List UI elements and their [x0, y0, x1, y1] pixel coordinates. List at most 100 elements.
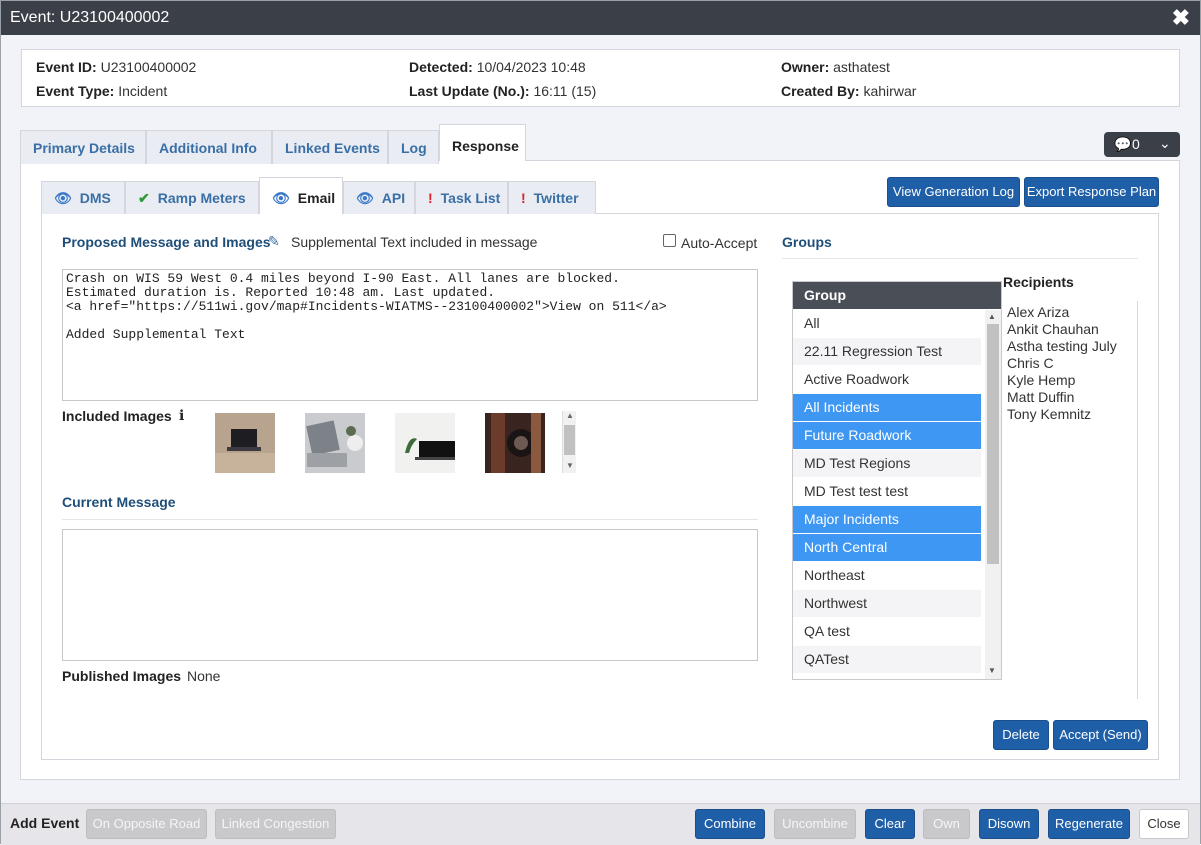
group-row[interactable]: Major Incidents	[793, 506, 981, 533]
divider	[62, 519, 758, 520]
scroll-down-icon[interactable]: ▼	[566, 461, 574, 470]
tab-log[interactable]: Log	[388, 130, 439, 164]
eye-icon: 👁	[356, 190, 374, 206]
delete-button[interactable]: Delete	[993, 720, 1049, 750]
group-row[interactable]: QA test	[793, 618, 981, 645]
regenerate-button[interactable]: Regenerate	[1048, 809, 1130, 839]
dialog-title: Event: U23100400002	[10, 9, 170, 26]
group-row[interactable]: Active Roadwork	[793, 366, 981, 393]
tab-email-label: Email	[297, 190, 336, 206]
tab-response[interactable]: Response	[439, 124, 526, 161]
event-dialog: Event: U23100400002 ✖ Event ID: U2310040…	[0, 0, 1201, 845]
scroll-up-icon[interactable]: ▲	[988, 312, 996, 321]
tab-ramp-meters-label: Ramp Meters	[157, 190, 246, 206]
disown-button[interactable]: Disown	[979, 809, 1039, 839]
comments-button[interactable]: 💬 0 ⌄	[1104, 132, 1180, 157]
published-images-value: None	[187, 668, 221, 684]
title-bar: Event: U23100400002 ✖	[1, 1, 1200, 35]
group-row[interactable]: Northeast	[793, 562, 981, 589]
add-event-label: Add Event	[10, 815, 80, 831]
group-row[interactable]: All	[793, 310, 981, 337]
group-row[interactable]: Future Roadwork	[793, 422, 981, 449]
tab-dms[interactable]: 👁 DMS	[41, 181, 125, 214]
pencil-icon[interactable]: ✎	[268, 233, 280, 250]
comment-count: 0	[1132, 136, 1140, 152]
group-row[interactable]: QATest	[793, 646, 981, 673]
group-column-header: Group	[793, 282, 1001, 309]
event-type-field: Event Type: Incident	[36, 83, 167, 99]
close-icon[interactable]: ✖	[1172, 5, 1190, 31]
group-row[interactable]: MD Test test test	[793, 478, 981, 505]
scroll-up-icon[interactable]: ▲	[566, 411, 574, 420]
clear-button[interactable]: Clear	[865, 809, 915, 839]
linked-congestion-button[interactable]: Linked Congestion	[215, 809, 336, 839]
scroll-thumb[interactable]	[564, 425, 575, 455]
laptop-white-desk-image[interactable]	[395, 413, 455, 473]
accept-send-button[interactable]: Accept (Send)	[1053, 720, 1148, 750]
tab-api[interactable]: 👁 API	[343, 181, 415, 214]
group-row[interactable]: North Central	[793, 534, 981, 561]
recipient-item: Ankit Chauhan	[1007, 321, 1099, 337]
event-summary: Event ID: U23100400002 Event Type: Incid…	[21, 49, 1180, 107]
group-row[interactable]: Northwest	[793, 590, 981, 617]
auto-accept-checkbox[interactable]	[663, 234, 676, 247]
proposed-message-heading: Proposed Message and Images	[62, 234, 271, 250]
recipient-item: Chris C	[1007, 355, 1054, 371]
own-button[interactable]: Own	[923, 809, 970, 839]
included-images-label: Included Images	[62, 408, 172, 424]
group-row[interactable]: MD Test Regions	[793, 450, 981, 477]
owner-value: asthatest	[833, 59, 890, 75]
recipient-item: Kyle Hemp	[1007, 372, 1076, 388]
auto-accept-label: Auto-Accept	[681, 235, 758, 251]
eye-icon: 👁	[272, 190, 290, 206]
tab-task-list-label: Task List	[440, 190, 501, 206]
last-update-field: Last Update (No.): 16:11 (15)	[409, 83, 596, 99]
detected-label: Detected:	[409, 59, 473, 75]
images-scrollbar[interactable]: ▲ ▼	[562, 411, 576, 473]
event-id-field: Event ID: U23100400002	[36, 59, 196, 75]
recipients-divider	[1137, 301, 1138, 699]
combine-button[interactable]: Combine	[695, 809, 765, 839]
camera-lens-image[interactable]	[485, 413, 545, 473]
tab-dms-label: DMS	[79, 190, 111, 206]
created-by-field: Created By: kahirwar	[781, 83, 916, 99]
export-response-plan-button[interactable]: Export Response Plan	[1024, 177, 1159, 207]
current-message-heading: Current Message	[62, 494, 176, 510]
owner-label: Owner:	[781, 59, 830, 75]
recipient-item: Tony Kemnitz	[1007, 406, 1092, 422]
info-icon[interactable]: ℹ	[179, 407, 184, 424]
group-row[interactable]: All Incidents	[793, 394, 981, 421]
scroll-down-icon[interactable]: ▼	[988, 666, 996, 675]
tab-linked-events[interactable]: Linked Events	[272, 130, 388, 164]
event-type-label: Event Type:	[36, 83, 115, 99]
group-row[interactable]: 22.11 Regression Test	[793, 338, 981, 365]
last-update-value: 16:11 (15)	[533, 83, 597, 99]
check-icon: ✔	[138, 190, 150, 206]
detected-field: Detected: 10/04/2023 10:48	[409, 59, 586, 75]
on-opposite-road-button[interactable]: On Opposite Road	[86, 809, 207, 839]
tab-task-list[interactable]: ! Task List	[415, 181, 508, 214]
event-type-value: Incident	[118, 83, 168, 99]
supplemental-note: Supplemental Text included in message	[291, 234, 538, 250]
divider	[782, 258, 1138, 259]
comment-icon: 💬	[1114, 136, 1132, 152]
close-button[interactable]: Close	[1139, 809, 1189, 839]
exclamation-icon: !	[521, 190, 526, 206]
current-message-textarea[interactable]	[62, 529, 758, 661]
tab-ramp-meters[interactable]: ✔ Ramp Meters	[125, 181, 259, 214]
uncombine-button[interactable]: Uncombine	[774, 809, 856, 839]
scroll-thumb[interactable]	[987, 324, 999, 564]
tab-twitter[interactable]: ! Twitter	[508, 181, 596, 214]
proposed-message-textarea[interactable]: Crash on WIS 59 West 0.4 miles beyond I-…	[62, 269, 758, 401]
tab-additional-info[interactable]: Additional Info	[146, 130, 272, 164]
tab-primary-details[interactable]: Primary Details	[20, 130, 146, 164]
laptop-on-desk-image[interactable]	[215, 413, 275, 473]
chevron-down-icon: ⌄	[1159, 135, 1171, 151]
groups-scrollbar[interactable]: ▲ ▼	[985, 310, 1001, 679]
footer-bar: Add Event On Opposite Road Linked Conges…	[1, 803, 1200, 845]
laptop-with-plant-image[interactable]	[305, 413, 365, 473]
owner-field: Owner: asthatest	[781, 59, 890, 75]
tab-email[interactable]: 👁 Email	[259, 177, 343, 214]
view-generation-log-button[interactable]: View Generation Log	[887, 177, 1020, 207]
recipient-item: Matt Duffin	[1007, 389, 1075, 405]
